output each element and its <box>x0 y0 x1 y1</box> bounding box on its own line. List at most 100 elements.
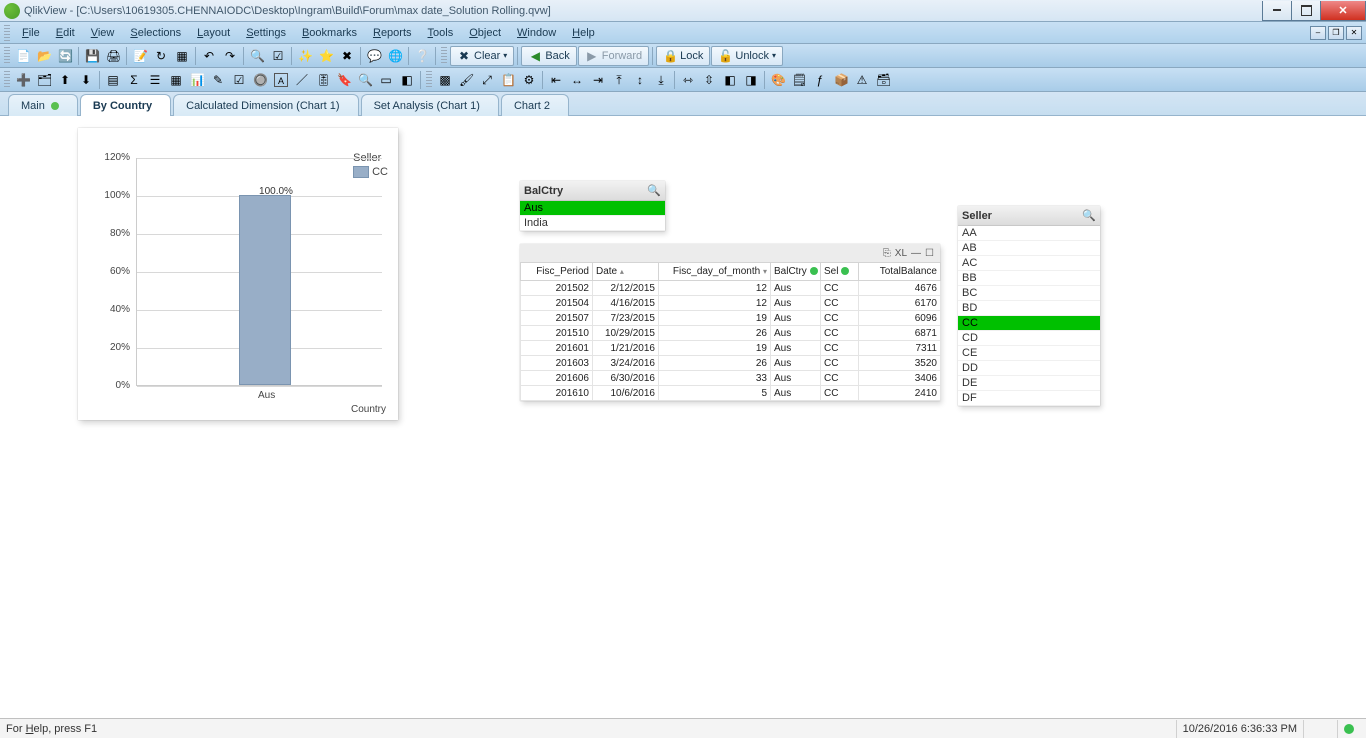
save-icon[interactable]: 💾 <box>82 46 102 66</box>
maximize-icon[interactable]: ☐ <box>925 248 934 259</box>
listbox-item-ce[interactable]: CE <box>958 346 1100 361</box>
zoom-icon[interactable]: ⤢ <box>477 70 497 90</box>
edit-script-icon[interactable]: 📝 <box>130 46 150 66</box>
col-fisc_day_of_month[interactable]: Fisc_day_of_month ▾ <box>659 263 771 281</box>
user-prefs-icon[interactable]: ⚙ <box>519 70 539 90</box>
design-grid-icon[interactable]: ▩ <box>435 70 455 90</box>
bar-chart[interactable]: Seller CC 100.0% Aus Country 0%20%40%60%… <box>78 128 398 420</box>
col-date[interactable]: Date ▴ <box>593 263 659 281</box>
table-row[interactable]: 2016011/21/201619AusCC7311 <box>521 341 941 356</box>
create-text-icon[interactable]: A <box>271 70 291 90</box>
create-selections-icon[interactable]: ☑ <box>229 70 249 90</box>
doc-props-icon[interactable]: 📋 <box>498 70 518 90</box>
window-minimize-button[interactable] <box>1262 1 1292 21</box>
col-sel[interactable]: Sel <box>821 263 859 281</box>
menu-selections[interactable]: Selections <box>122 24 189 42</box>
format-painter-icon[interactable]: 🖌 <box>456 70 476 90</box>
refresh-icon[interactable]: 🔄 <box>55 46 75 66</box>
table-row[interactable]: 2016033/24/201626AusCC3520 <box>521 356 941 371</box>
create-listbox-icon[interactable]: ▤ <box>103 70 123 90</box>
tab-chart-2[interactable]: Chart 2 <box>501 94 569 116</box>
tab-calculated-dimension-chart-1-[interactable]: Calculated Dimension (Chart 1) <box>173 94 358 116</box>
bookmark-remove-icon[interactable]: ✖ <box>337 46 357 66</box>
adjust-right-icon[interactable]: ◨ <box>741 70 761 90</box>
create-tablebox-icon[interactable]: ▦ <box>166 70 186 90</box>
mdi-restore-button[interactable]: ❐ <box>1328 26 1344 40</box>
listbox-item-ab[interactable]: AB <box>958 241 1100 256</box>
col-balctry[interactable]: BalCtry <box>771 263 821 281</box>
create-input-icon[interactable]: ✎ <box>208 70 228 90</box>
search-icon[interactable]: 🔍 <box>1082 209 1096 222</box>
adjust-left-icon[interactable]: ◧ <box>720 70 740 90</box>
create-line-icon[interactable]: ／ <box>292 70 312 90</box>
listbox-item-df[interactable]: DF <box>958 391 1100 406</box>
open-icon[interactable]: 📂 <box>34 46 54 66</box>
create-bookmark-icon[interactable]: 🔖 <box>334 70 354 90</box>
promote-icon[interactable]: ⬆ <box>55 70 75 90</box>
forward-button[interactable]: ▶Forward <box>578 46 649 66</box>
mdi-close-button[interactable]: ✕ <box>1346 26 1362 40</box>
create-custom-icon[interactable]: ◧ <box>397 70 417 90</box>
tab-set-analysis-chart-1-[interactable]: Set Analysis (Chart 1) <box>361 94 499 116</box>
variable-overview-icon[interactable]: 🗒 <box>789 70 809 90</box>
undo-icon[interactable]: ↶ <box>199 46 219 66</box>
bookmark-add-icon[interactable]: ⭐ <box>316 46 336 66</box>
clear-button[interactable]: ✖Clear▾ <box>450 46 514 66</box>
table-row[interactable]: 20161010/6/20165AusCC2410 <box>521 386 941 401</box>
toolbar-design-grip[interactable] <box>4 71 10 89</box>
toolbar-grip-2[interactable] <box>441 47 447 65</box>
new-doc-icon[interactable]: 📄 <box>13 46 33 66</box>
table-row[interactable]: 2016066/30/201633AusCC3406 <box>521 371 941 386</box>
create-slider-icon[interactable]: 🎚 <box>313 70 333 90</box>
window-maximize-button[interactable] <box>1291 1 1321 21</box>
notes-icon[interactable]: 💬 <box>364 46 384 66</box>
table-row[interactable]: 2015022/12/201512AusCC4676 <box>521 281 941 296</box>
module-icon[interactable]: 📦 <box>831 70 851 90</box>
detach-icon[interactable]: ⎘ <box>883 248 891 259</box>
create-statbox-icon[interactable]: Σ <box>124 70 144 90</box>
theme-maker-icon[interactable]: 🎨 <box>768 70 788 90</box>
add-sheet-icon[interactable]: ➕ <box>13 70 33 90</box>
straight-table[interactable]: ⎘ XL — ☐ Fisc_PeriodDate ▴Fisc_day_of_mo… <box>520 244 940 401</box>
toolbar-grip[interactable] <box>4 47 10 65</box>
project-icon[interactable]: 🗃 <box>873 70 893 90</box>
menu-reports[interactable]: Reports <box>365 24 420 42</box>
menu-help[interactable]: Help <box>564 24 603 42</box>
listbox-item-bc[interactable]: BC <box>958 286 1100 301</box>
listbox-item-de[interactable]: DE <box>958 376 1100 391</box>
search-icon[interactable]: 🔍 <box>647 184 661 197</box>
unlock-button[interactable]: 🔓Unlock▾ <box>711 46 783 66</box>
menu-object[interactable]: Object <box>461 24 509 42</box>
align-bottom-icon[interactable]: ⤓ <box>651 70 671 90</box>
menu-layout[interactable]: Layout <box>189 24 238 42</box>
window-close-button[interactable] <box>1320 1 1366 21</box>
listbox-item-dd[interactable]: DD <box>958 361 1100 376</box>
tab-main[interactable]: Main <box>8 94 78 116</box>
create-multibox-icon[interactable]: ☰ <box>145 70 165 90</box>
menu-window[interactable]: Window <box>509 24 564 42</box>
table-caption[interactable]: ⎘ XL — ☐ <box>520 244 940 262</box>
create-button-icon[interactable]: 🔘 <box>250 70 270 90</box>
col-fisc_period[interactable]: Fisc_Period <box>521 263 593 281</box>
space-h-icon[interactable]: ⇿ <box>678 70 698 90</box>
listbox-item-cc[interactable]: CC <box>958 316 1100 331</box>
align-center-v-icon[interactable]: ↕ <box>630 70 650 90</box>
menu-bookmarks[interactable]: Bookmarks <box>294 24 365 42</box>
search-icon[interactable]: 🔍 <box>247 46 267 66</box>
print-icon[interactable]: 🖨 <box>103 46 123 66</box>
sheet-props-icon[interactable]: 🗂 <box>34 70 54 90</box>
menubar-grip[interactable] <box>4 25 10 41</box>
redo-icon[interactable]: ↷ <box>220 46 240 66</box>
listbox-balctry[interactable]: BalCtry 🔍 AusIndia <box>520 181 665 231</box>
listbox-seller[interactable]: Seller 🔍 AAABACBBBCBDCCCDCEDDDEDF <box>958 206 1100 406</box>
listbox-item-aa[interactable]: AA <box>958 226 1100 241</box>
align-left-icon[interactable]: ⇤ <box>546 70 566 90</box>
webview-icon[interactable]: 🌐 <box>385 46 405 66</box>
listbox-item-bb[interactable]: BB <box>958 271 1100 286</box>
toolbar-design-grip-2[interactable] <box>426 71 432 89</box>
space-v-icon[interactable]: ⇳ <box>699 70 719 90</box>
wizard-icon[interactable]: ✨ <box>295 46 315 66</box>
tab-by-country[interactable]: By Country <box>80 94 171 116</box>
col-totalbalance[interactable]: TotalBalance <box>859 263 941 281</box>
create-container-icon[interactable]: ▭ <box>376 70 396 90</box>
